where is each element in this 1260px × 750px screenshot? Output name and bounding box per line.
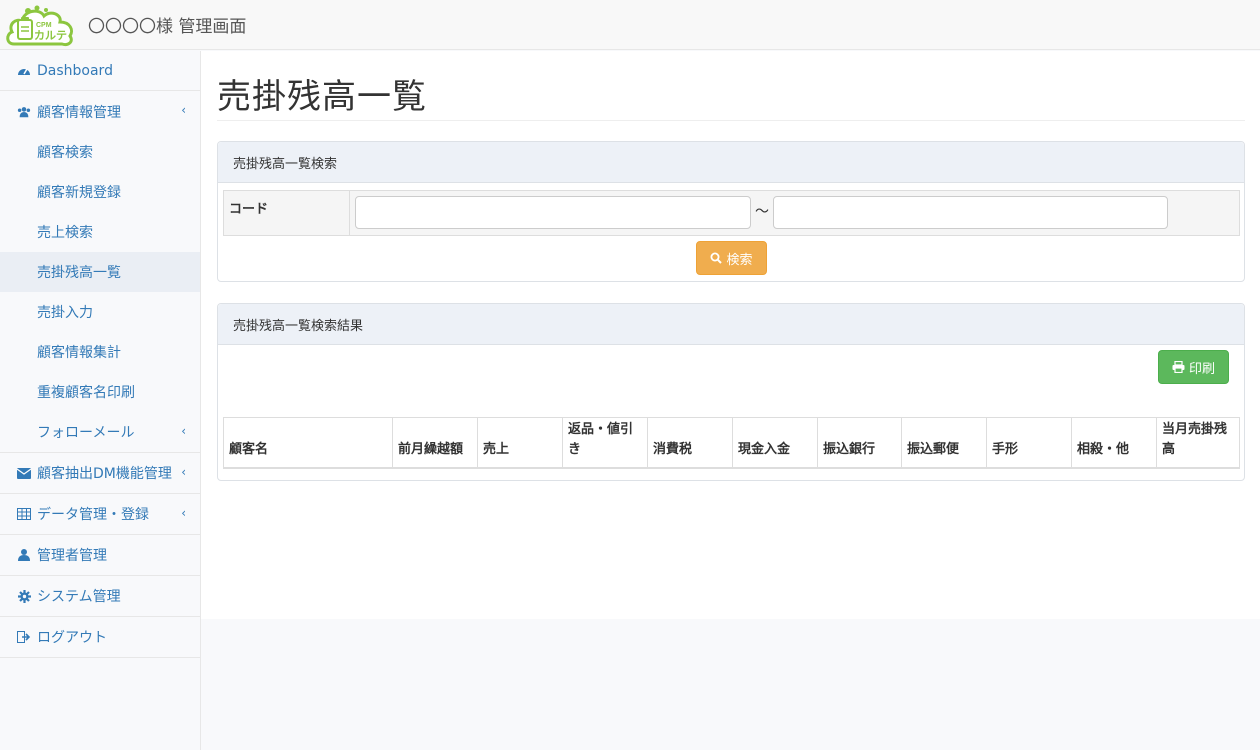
- range-separator: ～: [755, 204, 769, 220]
- sidebar-subitem-sales-search[interactable]: 売上検索: [0, 212, 200, 252]
- sidebar-item-label: Dashboard: [37, 62, 113, 79]
- users-icon: [17, 105, 31, 119]
- column-header-sales: 売上: [477, 417, 563, 469]
- column-header-offset-other: 相殺・他: [1071, 417, 1157, 469]
- sidebar-subitem-customer-new[interactable]: 顧客新規登録: [0, 172, 200, 212]
- code-from-input[interactable]: [355, 196, 751, 229]
- sidebar-subitem-label: 顧客情報集計: [37, 345, 121, 361]
- column-header-bank-transfer: 振込銀行: [817, 417, 902, 469]
- page-title: 売掛残高一覧: [217, 77, 427, 117]
- search-button[interactable]: 検索: [696, 241, 767, 275]
- dashboard-icon: [17, 64, 31, 78]
- sidebar-subitem-receivable-input[interactable]: 売掛入力: [0, 292, 200, 332]
- column-header-cash-deposit: 現金入金: [732, 417, 818, 469]
- sidebar-subitem-label: 売上検索: [37, 225, 93, 241]
- logo-text-karte: カルテ: [34, 29, 67, 42]
- chevron-left-icon: ‹: [181, 424, 186, 438]
- sidebar-item-customer-management[interactable]: 顧客情報管理 ‹: [0, 91, 200, 132]
- sidebar-item-data-management[interactable]: データ管理・登録 ‹: [0, 494, 200, 535]
- print-icon: [1172, 361, 1185, 373]
- column-header-bills: 手形: [986, 417, 1072, 469]
- top-navbar: CPM カルテ 〇〇〇〇様 管理画面: [0, 0, 1260, 50]
- column-header-consumption-tax: 消費税: [647, 417, 733, 469]
- table-icon: [17, 507, 31, 521]
- print-button-label: 印刷: [1188, 361, 1215, 377]
- code-to-input[interactable]: [773, 196, 1168, 229]
- admin-title: 〇〇〇〇様 管理画面: [88, 17, 247, 37]
- logo-text-cpm: CPM: [36, 22, 52, 29]
- sidebar-item-dm-management[interactable]: 顧客抽出DM機能管理 ‹: [0, 453, 200, 494]
- sidebar-item-admin-management[interactable]: 管理者管理: [0, 535, 200, 576]
- print-button[interactable]: 印刷: [1158, 350, 1229, 384]
- result-panel: 売掛残高一覧検索結果 印刷 顧客名 前月繰越額 売上 返品・値引き 消費税 現金…: [217, 303, 1245, 481]
- sidebar-subitem-label: 顧客新規登録: [37, 185, 121, 201]
- sidebar-item-dashboard[interactable]: Dashboard: [0, 51, 200, 91]
- logout-icon: [17, 630, 31, 644]
- sidebar-subitem-label: 売掛入力: [37, 305, 93, 321]
- sidebar-item-logout[interactable]: ログアウト: [0, 617, 200, 658]
- sidebar-subitem-label: フォローメール: [37, 425, 135, 441]
- sidebar-item-label: 顧客情報管理: [37, 104, 121, 121]
- chevron-left-icon: ‹: [181, 103, 186, 117]
- title-divider: [217, 120, 1245, 121]
- sidebar-item-label: ログアウト: [37, 630, 107, 646]
- sidebar-subitem-label: 重複顧客名印刷: [37, 385, 135, 401]
- column-header-current-balance: 当月売掛残高: [1156, 417, 1240, 469]
- search-icon: [710, 252, 723, 264]
- search-panel: 売掛残高一覧検索 コード ～ 検索: [217, 141, 1245, 282]
- column-header-customer-name: 顧客名: [223, 417, 393, 469]
- table-header-row: 顧客名 前月繰越額 売上 返品・値引き 消費税 現金入金 振込銀行 振込郵便 手…: [223, 417, 1240, 469]
- gear-icon: [17, 589, 31, 603]
- main-content: 売掛残高一覧 売掛残高一覧検索 コード ～ 検索 売掛残高一覧検索結果 印刷 顧…: [201, 51, 1260, 619]
- sidebar-subitem-label: 顧客検索: [37, 145, 93, 161]
- column-header-returns-discounts: 返品・値引き: [562, 417, 648, 469]
- result-table: 顧客名 前月繰越額 売上 返品・値引き 消費税 現金入金 振込銀行 振込郵便 手…: [223, 417, 1240, 469]
- sidebar-item-label: 管理者管理: [37, 548, 107, 564]
- sidebar-item-system-management[interactable]: システム管理: [0, 576, 200, 617]
- column-header-postal-transfer: 振込郵便: [901, 417, 987, 469]
- column-header-prev-balance: 前月繰越額: [392, 417, 478, 469]
- user-icon: [17, 548, 31, 562]
- sidebar-subitem-label: 売掛残高一覧: [37, 265, 121, 281]
- envelope-icon: [17, 466, 31, 480]
- chevron-left-icon: ‹: [181, 506, 186, 520]
- code-label: コード: [224, 191, 350, 235]
- sidebar-item-label: システム管理: [37, 589, 121, 605]
- sidebar-item-label: データ管理・登録: [37, 507, 149, 523]
- result-panel-heading: 売掛残高一覧検索結果: [218, 304, 1244, 345]
- code-range-field: ～: [350, 191, 1239, 235]
- sidebar-subitem-follow-mail[interactable]: フォローメール ‹: [0, 412, 200, 452]
- sidebar-subitem-duplicate-print[interactable]: 重複顧客名印刷: [0, 372, 200, 412]
- chevron-left-icon: ‹: [181, 465, 186, 479]
- sidebar-item-label: 顧客抽出DM機能管理: [37, 466, 172, 482]
- cpm-karte-logo[interactable]: CPM カルテ: [4, 0, 80, 50]
- sidebar: Dashboard 顧客情報管理 ‹ 顧客検索 顧客新規登録 売上検索 売掛残高…: [0, 51, 201, 750]
- search-panel-heading: 売掛残高一覧検索: [218, 142, 1244, 183]
- search-button-label: 検索: [726, 252, 753, 268]
- sidebar-subitem-receivable-balance[interactable]: 売掛残高一覧: [0, 252, 200, 292]
- search-form-row: コード ～: [223, 190, 1240, 236]
- sidebar-subitem-customer-search[interactable]: 顧客検索: [0, 132, 200, 172]
- sidebar-subitem-customer-stats[interactable]: 顧客情報集計: [0, 332, 200, 372]
